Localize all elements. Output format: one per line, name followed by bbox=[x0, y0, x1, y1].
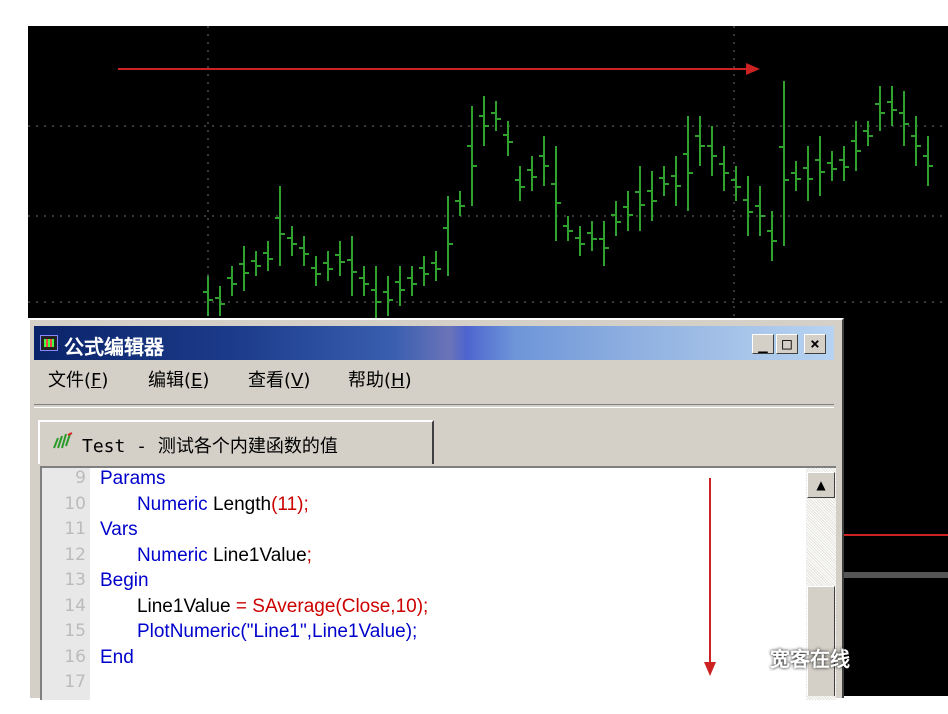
chart-bars-icon bbox=[53, 432, 73, 449]
line-number: 12 bbox=[64, 544, 86, 565]
line-number: 17 bbox=[64, 672, 86, 692]
panel-divider bbox=[844, 572, 948, 578]
annotation-arrow-down bbox=[704, 478, 716, 676]
line-number: 15 bbox=[64, 621, 86, 641]
menu-separator bbox=[34, 404, 834, 408]
menu-help[interactable]: 帮助(H) bbox=[348, 366, 412, 392]
line-number: 10 bbox=[64, 493, 86, 514]
maximize-button[interactable]: □ bbox=[776, 334, 798, 354]
menu-file[interactable]: 文件(F) bbox=[48, 366, 108, 392]
code-line[interactable]: Begin bbox=[100, 570, 149, 592]
line-number: 16 bbox=[64, 646, 86, 667]
line-number: 9 bbox=[75, 468, 86, 488]
tab-test[interactable]: Test - 测试各个内建函数的值 bbox=[38, 420, 434, 464]
close-button[interactable]: × bbox=[804, 334, 826, 354]
menu-view[interactable]: 查看(V) bbox=[248, 366, 310, 392]
title-bar[interactable]: 公式编辑器 _ □ × bbox=[34, 326, 834, 360]
code-line[interactable]: PlotNumeric("Line1",Line1Value); bbox=[100, 621, 417, 643]
annotation-arrowhead bbox=[746, 63, 760, 75]
code-line[interactable]: End bbox=[100, 647, 134, 669]
menu-edit[interactable]: 编辑(E) bbox=[148, 366, 209, 392]
line-number: 14 bbox=[64, 595, 86, 616]
scroll-thumb[interactable] bbox=[807, 586, 835, 696]
line-number: 11 bbox=[64, 519, 86, 539]
code-line[interactable]: Numeric Length(11); bbox=[100, 494, 309, 516]
minimize-button[interactable]: _ bbox=[752, 334, 774, 354]
line-number-gutter: 9 10 11 12 13 14 15 16 17 bbox=[42, 468, 90, 700]
menu-bar: 文件(F) 编辑(E) 查看(V) 帮助(H) bbox=[34, 364, 834, 392]
watermark: 宽客在线 bbox=[770, 647, 850, 671]
code-line[interactable]: Line1Value = SAverage(Close,10); bbox=[100, 596, 428, 618]
window-title: 公式编辑器 bbox=[64, 335, 164, 359]
app-icon bbox=[40, 335, 58, 351]
code-line[interactable]: Numeric Line1Value; bbox=[100, 545, 312, 567]
formula-editor-window[interactable]: 公式编辑器 _ □ × 文件(F) 编辑(E) 查看(V) 帮助(H) Test… bbox=[28, 318, 844, 700]
code-line[interactable]: Vars bbox=[100, 519, 138, 541]
line-number: 13 bbox=[64, 570, 86, 590]
scroll-up-button[interactable]: ▲ bbox=[807, 472, 835, 498]
tab-label: Test - 测试各个内建函数的值 bbox=[82, 436, 338, 457]
code-line[interactable]: Params bbox=[100, 468, 165, 490]
